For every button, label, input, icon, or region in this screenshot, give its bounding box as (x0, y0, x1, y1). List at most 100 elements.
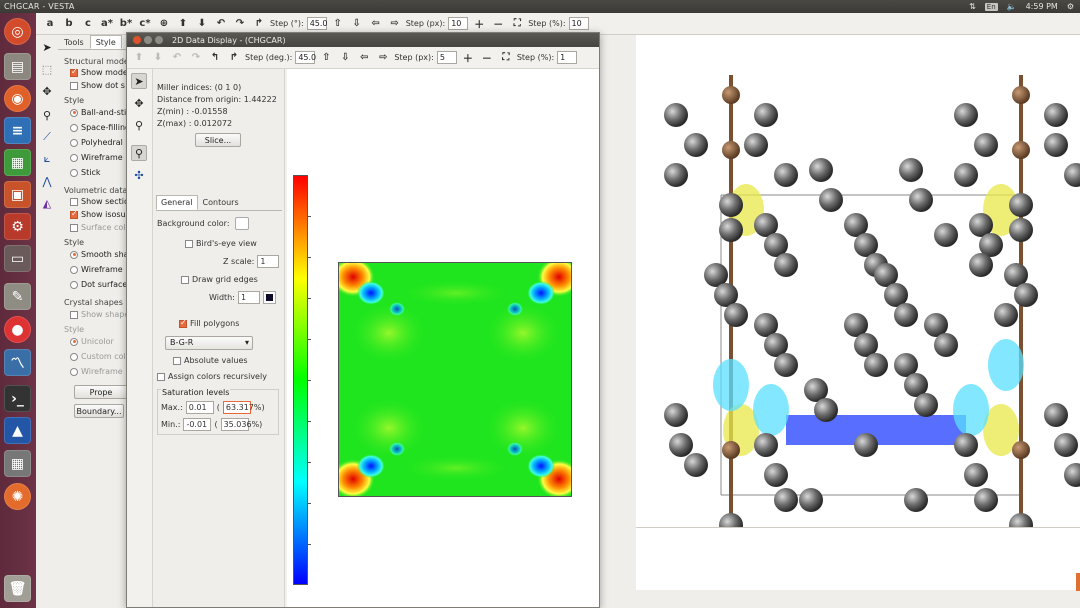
magnify-tool-icon[interactable]: ⚲ (131, 117, 147, 133)
zoom-out-icon[interactable]: － (479, 50, 495, 66)
volume-icon[interactable]: 🔈 (1007, 2, 1017, 11)
show-shapes-checkbox[interactable]: Show shape (70, 310, 129, 319)
dialog-step-px-input[interactable]: 5 (436, 51, 457, 64)
wireframe-radio[interactable]: Wireframe (70, 153, 123, 162)
birds-eye-checkbox[interactable]: Bird's-eye view (185, 239, 257, 248)
move-down-icon[interactable]: ⇩ (349, 16, 365, 32)
vesta-icon[interactable]: ✺ (4, 483, 31, 510)
space-filling-radio[interactable]: Space-filling (70, 123, 130, 132)
translate-tool-icon[interactable]: ✥ (131, 95, 147, 111)
rotate-up-icon[interactable]: ⬆ (131, 50, 147, 66)
dash-icon[interactable]: ◎ (4, 18, 31, 45)
writer-icon[interactable]: ≡ (4, 117, 31, 144)
background-color-swatch[interactable] (234, 217, 249, 230)
grid-color-swatch[interactable] (262, 291, 276, 304)
tab-general[interactable]: General (156, 195, 198, 210)
step-pct-input[interactable]: 10 (568, 17, 589, 30)
view-b-button[interactable]: b (61, 16, 77, 32)
move-down-icon[interactable]: ⇩ (337, 50, 353, 66)
dialog-step-pct-input[interactable]: 1 (557, 51, 578, 64)
rotate-left-icon[interactable]: ↶ (213, 16, 229, 32)
select-tool-icon[interactable]: ➤ (131, 73, 147, 89)
maximize-icon[interactable] (155, 36, 163, 44)
clock[interactable]: 4:59 PM (1026, 2, 1058, 11)
standard-orientation-icon[interactable]: ⊕ (156, 16, 172, 32)
translate-tool-icon[interactable]: ✥ (39, 83, 55, 99)
dialog-step-deg-input[interactable]: 45.0 (295, 51, 316, 64)
view-a-star-button[interactable]: a* (99, 16, 115, 32)
text-editor-icon[interactable]: ✎ (4, 283, 31, 310)
wireframe3-radio[interactable]: Wireframe (70, 367, 123, 376)
gear-icon[interactable]: ⚙ (1067, 2, 1074, 11)
rotate-right-icon[interactable]: ↷ (232, 16, 248, 32)
2d-display-canvas[interactable] (287, 69, 599, 607)
show-isosurfaces-checkbox[interactable]: Show isosu (70, 209, 126, 219)
colormap-select[interactable]: B-G-R (165, 336, 253, 350)
minimize-icon[interactable] (144, 36, 152, 44)
min-percent-input[interactable]: 35.036 (220, 418, 252, 431)
surface-color-checkbox[interactable]: Surface colo (70, 223, 130, 232)
view-a-button[interactable]: a (42, 16, 58, 32)
trash-icon[interactable]: 🗑 (4, 575, 31, 602)
move-up-icon[interactable]: ⇧ (318, 50, 334, 66)
files-icon[interactable]: ▤ (4, 53, 31, 80)
system-monitor-icon[interactable]: 〽 (4, 349, 31, 376)
structure-viewport[interactable] (636, 35, 1080, 527)
polyhedral-radio[interactable]: Polyhedral (70, 138, 123, 147)
z-scale-input[interactable]: 1 (257, 255, 280, 268)
step-px-input[interactable]: 10 (448, 17, 469, 30)
rotate-left-icon[interactable]: ↶ (169, 50, 185, 66)
min-input[interactable]: -0.01 (183, 418, 212, 431)
dvd-icon[interactable]: ● (4, 316, 31, 343)
show-sections-checkbox[interactable]: Show sectio (70, 197, 129, 206)
rotate-down-icon[interactable]: ⬇ (194, 16, 210, 32)
show-models-checkbox[interactable]: Show mode (70, 67, 128, 77)
terminal-icon[interactable]: ›_ (4, 385, 31, 412)
width-input[interactable]: 1 (237, 291, 260, 304)
properties-button[interactable]: Prope (74, 385, 128, 399)
select-box-icon[interactable]: ⬚ (39, 61, 55, 77)
custom-color-radio[interactable]: Custom colo (70, 352, 131, 361)
fit-icon[interactable]: ⛶ (498, 50, 514, 66)
draw-grid-checkbox[interactable]: Draw grid edges (181, 275, 258, 284)
rotate-cw-icon[interactable]: ↱ (226, 50, 242, 66)
rotate-ccw-icon[interactable]: ↰ (207, 50, 223, 66)
zoom-in-icon[interactable]: ＋ (471, 16, 487, 32)
angle-tool-icon[interactable]: ⟀ (39, 151, 55, 167)
step-deg-input[interactable]: 45.0 (306, 17, 328, 30)
symmetry-tool-icon[interactable]: ◭ (39, 195, 55, 211)
tab-contours[interactable]: Contours (198, 195, 244, 210)
output-scrollbar[interactable] (1076, 573, 1080, 591)
fill-polygons-checkbox[interactable]: Fill polygons (179, 318, 239, 328)
fit-icon[interactable]: ⛶ (509, 16, 525, 32)
dihedral-tool-icon[interactable]: ⋀ (39, 173, 55, 189)
max-input[interactable]: 0.01 (185, 401, 214, 414)
charge-density-map[interactable] (338, 262, 572, 497)
rotate-down-icon[interactable]: ⬇ (150, 50, 166, 66)
view-c-star-button[interactable]: c* (137, 16, 153, 32)
move-right-icon[interactable]: ⇨ (387, 16, 403, 32)
matlab-icon[interactable]: ▲ (4, 417, 31, 444)
rotate-right-icon[interactable]: ↷ (188, 50, 204, 66)
rotate-up-icon[interactable]: ⬆ (175, 16, 191, 32)
magnify-tool-icon[interactable]: ⚲ (39, 107, 55, 123)
settings-icon[interactable]: ⚙ (4, 213, 31, 240)
boundary-button[interactable]: Boundary... (74, 404, 124, 418)
terminal-small-icon[interactable]: ▭ (4, 245, 31, 272)
move-right-icon[interactable]: ⇨ (375, 50, 391, 66)
tab-style[interactable]: Style (89, 35, 122, 49)
tab-tools[interactable]: Tools (58, 35, 90, 49)
unicolor-radio[interactable]: Unicolor (70, 337, 114, 346)
slice-button[interactable]: Slice... (195, 133, 241, 147)
calculator-icon[interactable]: ▦ (4, 450, 31, 477)
impress-icon[interactable]: ▣ (4, 181, 31, 208)
smooth-shading-radio[interactable]: Smooth sha (70, 250, 129, 259)
view-c-button[interactable]: c (80, 16, 96, 32)
zoom-in-icon[interactable]: ＋ (460, 50, 476, 66)
dot-surface-radio[interactable]: Dot surface (70, 280, 127, 289)
view-b-star-button[interactable]: b* (118, 16, 134, 32)
ball-and-stick-radio[interactable]: Ball-and-sti (70, 108, 126, 117)
zoom-out-icon[interactable]: － (490, 16, 506, 32)
absolute-values-checkbox[interactable]: Absolute values (173, 356, 248, 365)
select-tool-icon[interactable]: ➤ (39, 39, 55, 55)
